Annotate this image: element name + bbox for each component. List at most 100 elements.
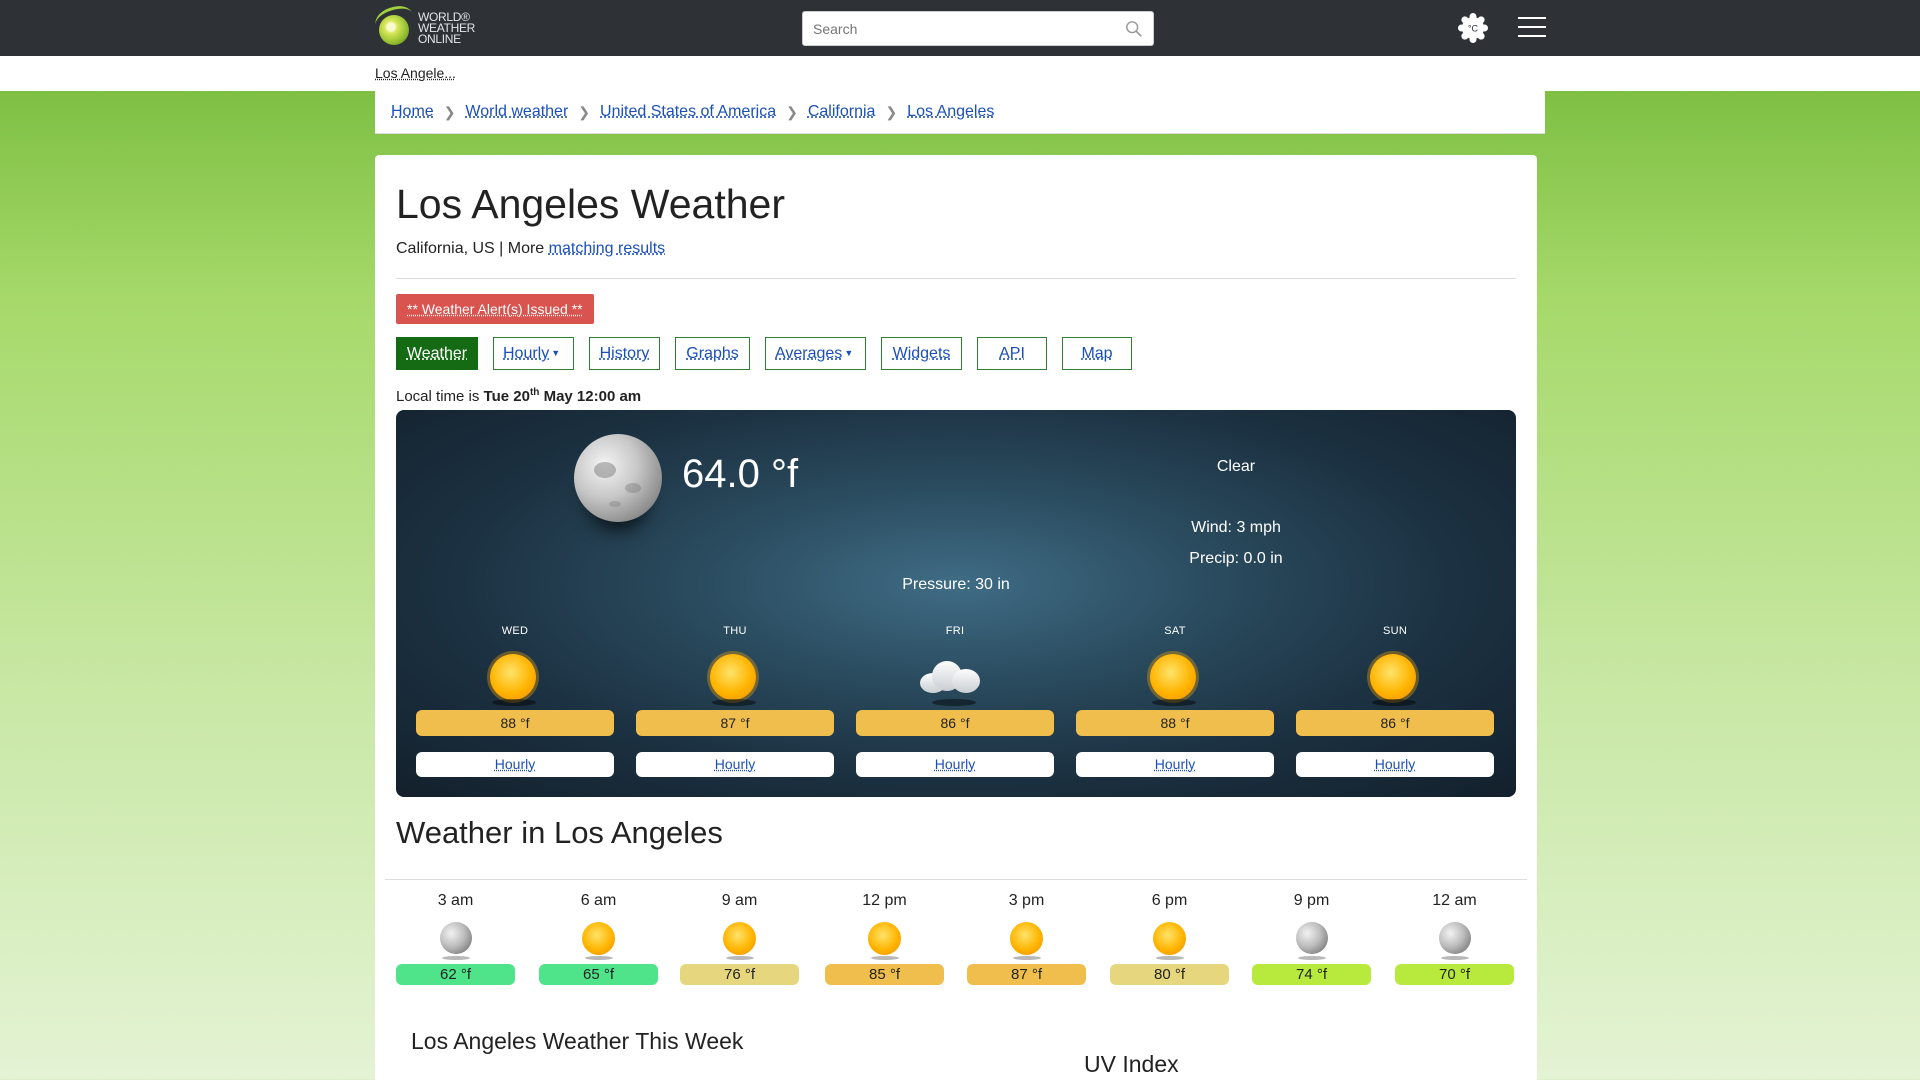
forecast-hourly-link[interactable]: Hourly bbox=[1155, 756, 1195, 772]
icon-shadow bbox=[712, 699, 756, 706]
forecast-hourly-link[interactable]: Hourly bbox=[495, 756, 535, 772]
icon-shadow bbox=[585, 956, 613, 960]
hourly-item: 6 am 65 °f bbox=[539, 892, 658, 985]
forecast-day: THU 87 °f Hourly bbox=[636, 625, 834, 777]
sun-icon bbox=[723, 922, 756, 955]
hourly-time: 3 pm bbox=[1008, 892, 1045, 909]
breadcrumb-state[interactable]: California bbox=[808, 103, 876, 121]
recent-location-link[interactable]: Los Angele... bbox=[375, 65, 456, 81]
recent-location-strip: Los Angele... bbox=[0, 56, 1920, 91]
sun-icon bbox=[1370, 654, 1416, 700]
hourly-temp: 62 °f bbox=[396, 964, 515, 985]
forecast-day-name: THU bbox=[723, 625, 747, 637]
hourly-temp: 74 °f bbox=[1252, 964, 1371, 985]
breadcrumb-city[interactable]: Los Angeles bbox=[907, 103, 994, 121]
forecast-day-temp: 88 °f bbox=[1076, 710, 1274, 736]
forecast-day-temp: 87 °f bbox=[636, 710, 834, 736]
forecast-hourly-button[interactable]: Hourly bbox=[636, 752, 834, 777]
icon-shadow bbox=[442, 956, 470, 960]
hourly-time: 6 am bbox=[580, 892, 617, 909]
nav-tabs: Weather Hourly ▼ History Graphs Averages ▼… bbox=[396, 337, 1147, 370]
icon-shadow bbox=[1298, 956, 1326, 960]
hourly-time: 3 am bbox=[437, 892, 474, 909]
icon-shadow bbox=[871, 956, 899, 960]
local-time-day: Tue 20 bbox=[483, 388, 530, 405]
tab-graphs-label[interactable]: Graphs bbox=[686, 345, 738, 362]
forecast-hourly-button[interactable]: Hourly bbox=[416, 752, 614, 777]
caret-down-icon: ▼ bbox=[551, 348, 561, 359]
forecast-hourly-button[interactable]: Hourly bbox=[856, 752, 1054, 777]
tab-widgets-label[interactable]: Widgets bbox=[893, 345, 951, 362]
week-forecast-title: Los Angeles Weather This Week bbox=[411, 1028, 744, 1054]
top-navbar: WORLD® WEATHER ONLINE °C bbox=[0, 0, 1920, 56]
sun-icon bbox=[710, 654, 756, 700]
search-icon[interactable] bbox=[1125, 20, 1143, 38]
weather-alert-button: ** Weather Alert(s) Issued ** bbox=[396, 294, 594, 324]
breadcrumb-country[interactable]: United States of America bbox=[600, 103, 776, 121]
forecast-day-name: WED bbox=[501, 625, 529, 637]
hourly-temp: 70 °f bbox=[1395, 964, 1514, 985]
breadcrumb-world-weather[interactable]: World weather bbox=[465, 103, 568, 121]
current-condition: Clear bbox=[1216, 458, 1256, 475]
sun-icon bbox=[582, 922, 615, 955]
hourly-item: 6 pm 80 °f bbox=[1110, 892, 1229, 985]
hourly-item: 9 am 76 °f bbox=[680, 892, 799, 985]
hourly-temp: 76 °f bbox=[680, 964, 799, 985]
tab-api-label[interactable]: API bbox=[999, 345, 1025, 362]
weather-alert-link[interactable]: ** Weather Alert(s) Issued ** bbox=[407, 301, 583, 317]
tab-averages-dropdown[interactable]: Averages ▼ bbox=[765, 337, 866, 370]
current-weather-panel: 64.0 °f Clear Wind: 3 mph Precip: 0.0 in… bbox=[396, 410, 1516, 797]
hourly-item: 3 pm 87 °f bbox=[967, 892, 1086, 985]
hamburger-menu-icon[interactable] bbox=[1518, 17, 1546, 39]
site-logo[interactable]: WORLD® WEATHER ONLINE bbox=[372, 1, 485, 49]
tab-map-label[interactable]: Map bbox=[1081, 345, 1112, 362]
tab-averages-label[interactable]: Averages bbox=[775, 345, 842, 362]
hourly-time: 9 pm bbox=[1293, 892, 1330, 909]
forecast-day-temp: 86 °f bbox=[856, 710, 1054, 736]
icon-shadow bbox=[932, 699, 976, 706]
hourly-time: 12 pm bbox=[862, 892, 907, 909]
tab-widgets[interactable]: Widgets bbox=[881, 337, 962, 370]
chevron-right-icon: ❯ bbox=[578, 103, 591, 120]
tab-hourly-label[interactable]: Hourly bbox=[503, 345, 549, 362]
hourly-time: 12 am bbox=[1432, 892, 1477, 909]
forecast-day-name: SUN bbox=[1382, 625, 1408, 637]
tab-hourly-dropdown[interactable]: Hourly ▼ bbox=[493, 337, 574, 370]
hourly-item: 12 am 70 °f bbox=[1395, 892, 1514, 985]
sun-icon bbox=[1150, 654, 1196, 700]
sun-icon bbox=[490, 654, 536, 700]
caret-down-icon: ▼ bbox=[844, 348, 854, 359]
forecast-hourly-link[interactable]: Hourly bbox=[935, 756, 975, 772]
hourly-temp: 87 °f bbox=[967, 964, 1086, 985]
icon-shadow bbox=[1156, 956, 1184, 960]
tab-weather[interactable]: Weather bbox=[396, 337, 478, 370]
cloud-icon bbox=[918, 659, 982, 693]
breadcrumb-home[interactable]: Home bbox=[391, 103, 434, 121]
section-title: Weather in Los Angeles bbox=[396, 815, 723, 850]
divider bbox=[396, 278, 1516, 279]
icon-shadow bbox=[1441, 956, 1469, 960]
tab-map[interactable]: Map bbox=[1062, 337, 1132, 370]
hourly-time: 6 pm bbox=[1151, 892, 1188, 909]
tab-weather-label[interactable]: Weather bbox=[407, 345, 467, 362]
tab-graphs[interactable]: Graphs bbox=[675, 337, 750, 370]
temperature-unit-gear-icon[interactable]: °C bbox=[1458, 13, 1488, 43]
chevron-right-icon: ❯ bbox=[885, 103, 898, 120]
search-input[interactable] bbox=[813, 12, 1113, 45]
icon-shadow bbox=[1372, 699, 1416, 706]
icon-shadow bbox=[726, 956, 754, 960]
local-time-prefix: Local time is bbox=[396, 388, 484, 405]
tab-history[interactable]: History bbox=[589, 337, 660, 370]
matching-results-link[interactable]: matching results bbox=[549, 240, 666, 257]
forecast-hourly-link[interactable]: Hourly bbox=[715, 756, 755, 772]
sun-icon bbox=[1010, 922, 1043, 955]
tab-history-label[interactable]: History bbox=[600, 345, 650, 362]
hourly-time: 9 am bbox=[721, 892, 758, 909]
search-box bbox=[802, 11, 1154, 46]
moon-icon bbox=[574, 434, 662, 522]
tab-api[interactable]: API bbox=[977, 337, 1047, 370]
forecast-hourly-button[interactable]: Hourly bbox=[1076, 752, 1274, 777]
moon-icon bbox=[1296, 922, 1328, 954]
forecast-hourly-link[interactable]: Hourly bbox=[1375, 756, 1415, 772]
forecast-hourly-button[interactable]: Hourly bbox=[1296, 752, 1494, 777]
